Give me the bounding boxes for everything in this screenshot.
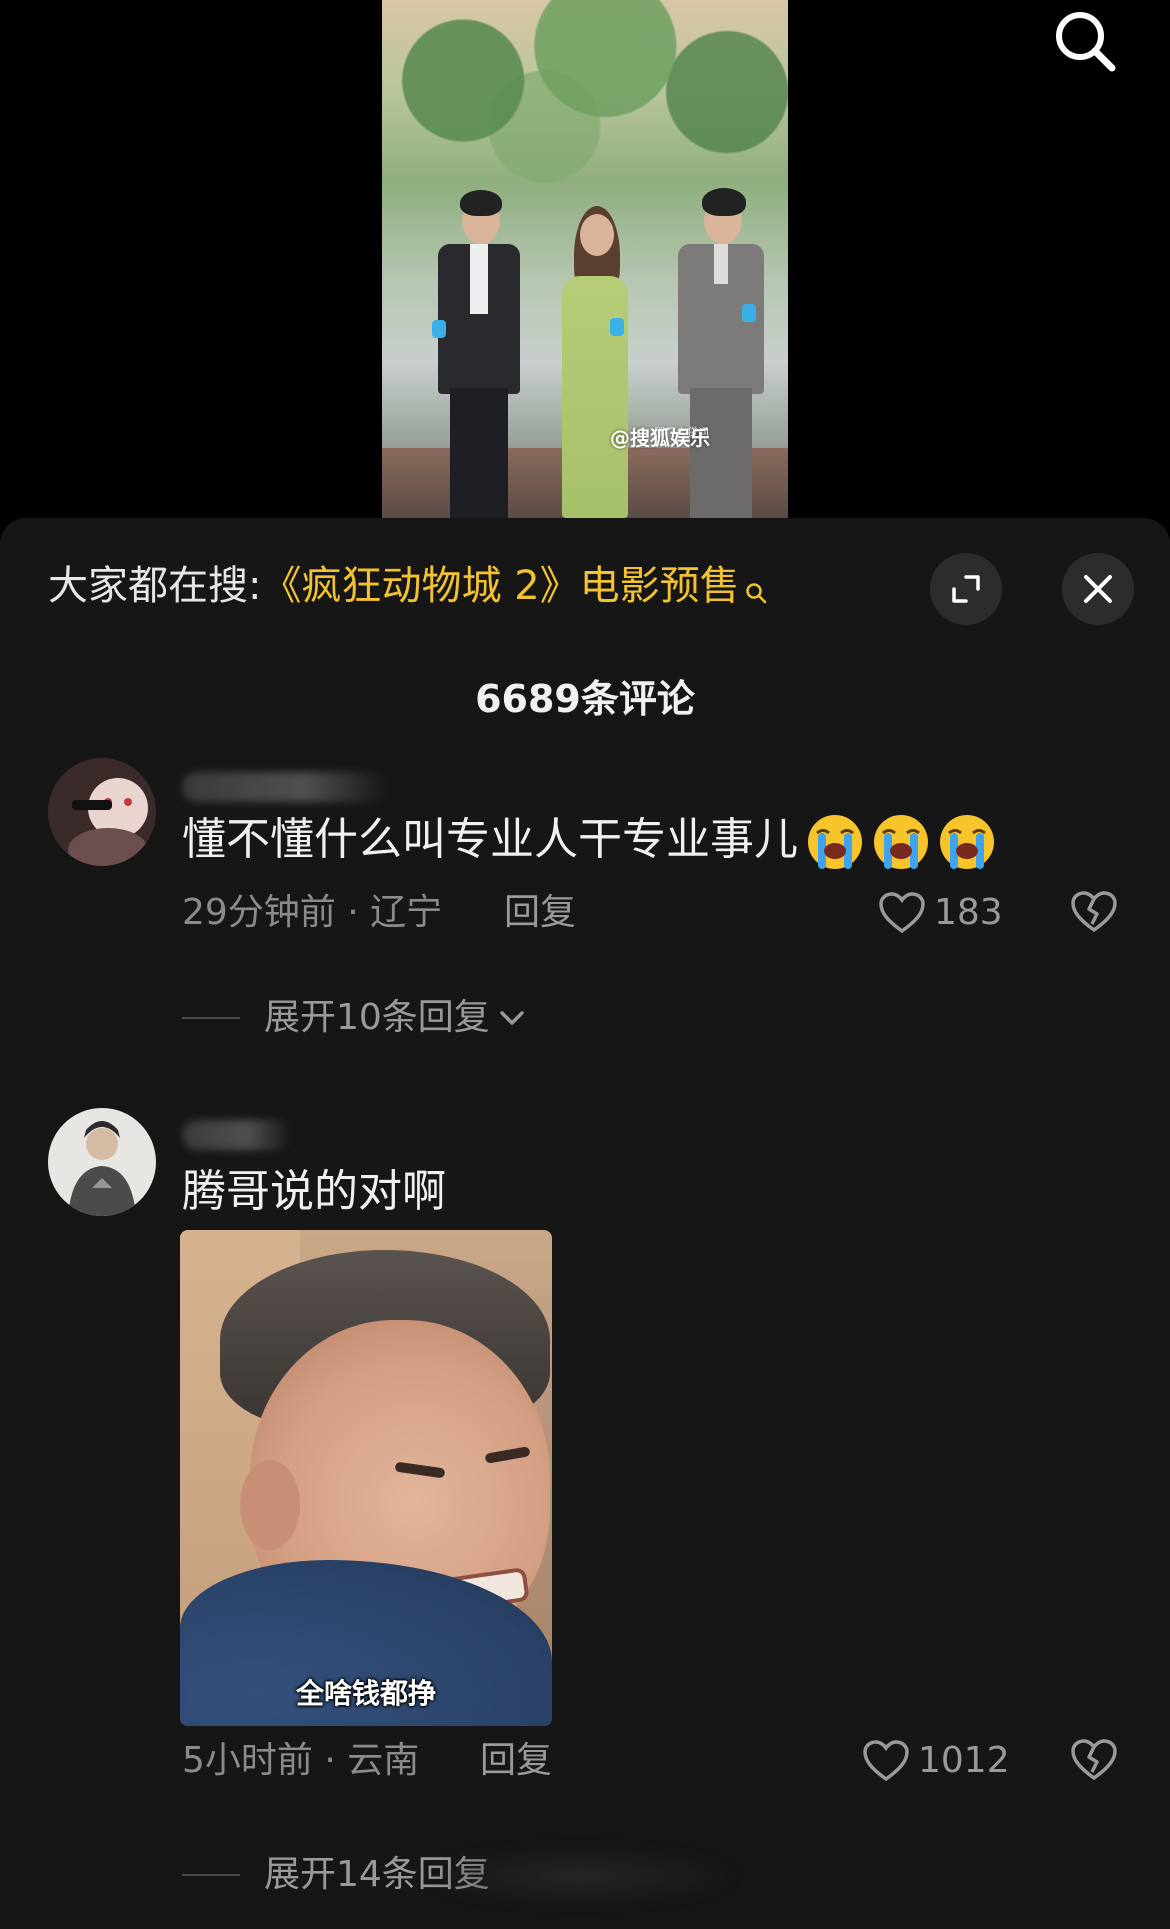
video-player[interactable]: 鄙厂大贷问 @搜狐娱乐 [0, 0, 1170, 518]
video-frame[interactable]: 鄙厂大贷问 @搜狐娱乐 [382, 0, 788, 518]
trending-prefix: 大家都在搜: [48, 563, 262, 609]
reply-button[interactable]: 回复 [504, 888, 576, 938]
comment-text: 腾哥说的对啊 [182, 1166, 446, 1217]
dislike-button[interactable] [1070, 1738, 1118, 1786]
comments-panel-header: 大家都在搜:《疯狂动物城 2》电影预售 [0, 518, 1170, 658]
broken-heart-icon [1071, 891, 1117, 933]
like-button[interactable]: 1012 [862, 1736, 1010, 1786]
trending-keyword[interactable]: 《疯狂动物城 2》电影预售 [261, 563, 739, 609]
avatar[interactable] [48, 758, 156, 866]
like-count: 183 [934, 892, 1003, 933]
comment-time-location: 29分钟前 · 辽宁 [182, 892, 443, 933]
comment-count: 6689条评论 [475, 677, 695, 721]
loudly-crying-face-icon [872, 813, 930, 871]
broken-heart-icon [1071, 1739, 1117, 1781]
video-person-left [430, 188, 520, 518]
username[interactable] [182, 1120, 292, 1150]
top-search-button[interactable] [1050, 6, 1120, 76]
video-watermark: @搜狐娱乐 [610, 426, 710, 450]
expand-icon [952, 575, 980, 603]
like-button[interactable]: 183 [878, 888, 1003, 938]
comments-panel: 大家都在搜:《疯狂动物城 2》电影预售 6689条评论 懂不懂什么叫专业人干专业… [0, 518, 1170, 1929]
video-person-right [672, 188, 764, 518]
like-count: 1012 [918, 1740, 1010, 1781]
video-person-middle [552, 206, 636, 518]
close-icon [1084, 575, 1112, 603]
avatar[interactable] [48, 1108, 156, 1216]
chevron-down-icon [500, 1011, 524, 1025]
comments-screen: 鄙厂大贷问 @搜狐娱乐 大家都在搜:《疯狂动物城 2》电影预售 6689条评论 … [0, 0, 1170, 1929]
expand-replies-button[interactable]: 展开10条回复 [182, 993, 530, 1043]
sticker-caption: 全啥钱都挣 [295, 1677, 436, 1710]
comment-sticker-image[interactable]: 全啥钱都挣 [180, 1230, 552, 1726]
expand-replies-label: 展开10条回复 [264, 997, 490, 1038]
close-panel-button[interactable] [1062, 553, 1134, 625]
divider-line [182, 1874, 240, 1876]
search-icon [1056, 12, 1116, 72]
reply-button[interactable]: 回复 [480, 1736, 552, 1786]
dislike-button[interactable] [1070, 890, 1118, 938]
trending-search-link[interactable]: 大家都在搜:《疯狂动物城 2》电影预售 [48, 556, 768, 622]
heart-icon [863, 1740, 909, 1782]
search-icon [744, 562, 768, 622]
heart-icon [879, 892, 925, 934]
loudly-crying-face-icon [806, 813, 864, 871]
username[interactable] [182, 772, 388, 802]
comment-body: 懂不懂什么叫专业人干专业事儿 [182, 814, 798, 865]
bottom-blur-overlay [420, 1846, 740, 1906]
divider-line [182, 1017, 240, 1019]
loudly-crying-face-icon [938, 813, 996, 871]
expand-panel-button[interactable] [930, 553, 1002, 625]
comment-text: 懂不懂什么叫专业人干专业事儿 [182, 810, 996, 871]
comment-time-location: 5小时前 · 云南 [182, 1740, 420, 1781]
